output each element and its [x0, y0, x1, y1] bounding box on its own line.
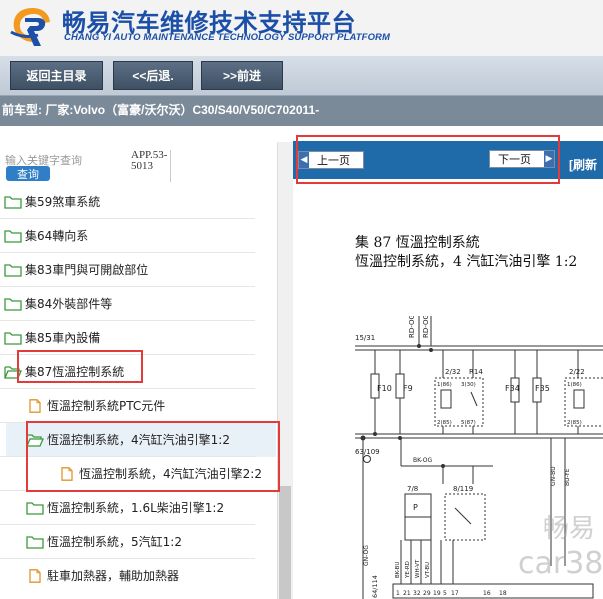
diagram-label: GN-OG — [363, 545, 370, 566]
tree-item-label: 恆溫控制系統，5汽缸1:2 — [47, 535, 182, 549]
tree-item-label: 恆溫控制系統，1.6L柴油引擎1:2 — [47, 501, 225, 515]
diagram-label: BK-OG — [413, 457, 432, 464]
diagram-label: F35 — [535, 384, 550, 393]
ground-icon — [363, 455, 371, 463]
folder-icon — [4, 229, 25, 243]
diagram-label: F10 — [377, 384, 392, 393]
tree-item-label: 集64轉向系 — [25, 229, 89, 243]
car-logo-icon — [10, 8, 51, 46]
tree-item-label: 集83車門與可開啟部位 — [25, 263, 149, 277]
document-icon — [26, 568, 47, 583]
tree-item[interactable]: 集83車門與可開啟部位 — [4, 253, 148, 286]
arrow-left-icon: ◀ — [299, 152, 309, 168]
tree-item[interactable]: 恆溫控制系統PTC元件 — [26, 389, 165, 422]
vehicle-model-bar: 前车型: 厂家:Volvo（富豪/沃尔沃）C30/S40/V50/C702011… — [0, 96, 603, 126]
diagram-label: BU-YE — [564, 468, 571, 486]
tree-item-label: 集85車內設備 — [25, 331, 101, 345]
diagram-label: 64/114 — [371, 575, 379, 598]
diagram-label: 17 — [451, 590, 459, 597]
tree-item[interactable]: 恆溫控制系統，4汽缸汽油引擎1:2 — [26, 423, 230, 456]
diagram-label: VT-BU — [425, 562, 431, 578]
folder-open-icon — [26, 433, 47, 447]
tree-item-label: 集84外裝部件等 — [25, 297, 113, 311]
folder-open-icon — [4, 365, 25, 379]
diagram-label: YE-RD — [405, 561, 411, 579]
diagram-label: WH-VT — [415, 559, 421, 578]
tree-item-label: 集59煞車系統 — [25, 195, 101, 209]
diagram-label: 5 — [443, 590, 447, 597]
diagram-label: 2/32 — [445, 368, 461, 376]
diagram-label: 3(30) — [461, 382, 476, 388]
diagram-label: 32 — [413, 590, 421, 597]
diagram-label: BK-BU — [395, 562, 401, 578]
search-button[interactable]: 查询 — [6, 166, 50, 181]
refresh-link[interactable]: [刷新 — [569, 156, 597, 173]
diagram-label: 63/109 — [355, 448, 380, 456]
tree-item[interactable]: 集84外裝部件等 — [4, 287, 112, 320]
diagram-label: P — [413, 503, 418, 512]
diagram-label: 2(85) — [567, 420, 582, 426]
folder-icon — [26, 501, 47, 515]
tree-item[interactable]: 集85車內設備 — [4, 321, 100, 354]
diagram-label: 19 — [433, 590, 441, 597]
folder-icon — [26, 535, 47, 549]
diagram-label: 18 — [499, 590, 507, 597]
tree-item-label: 恆溫控制系統PTC元件 — [47, 399, 166, 413]
tree-item[interactable]: 集64轉向系 — [4, 219, 88, 252]
tree-scrollbar-thumb[interactable] — [279, 486, 291, 599]
folder-icon — [4, 331, 25, 345]
document-icon — [58, 466, 79, 481]
diagram-label: 1(86) — [437, 382, 452, 388]
platform-subtitle: CHANG YI AUTO MAINTENANCE TECHNOLOGY SUP… — [64, 32, 391, 43]
tree-item[interactable]: 集87恆溫控制系統 — [4, 355, 124, 388]
diagram-label: 8/119 — [453, 485, 473, 493]
folder-icon — [4, 297, 25, 311]
home-button[interactable]: 返回主目录 — [10, 61, 103, 90]
nav-bar: 返回主目录 <<后退. >>前进 — [0, 56, 603, 96]
tree-item[interactable]: 恆溫控制系統，5汽缸1:2 — [26, 525, 182, 558]
diagram-label: 1 — [396, 590, 400, 597]
diagram-label: 2(85) — [437, 420, 452, 426]
tree-item[interactable]: 恆溫控制系統，1.6L柴油引擎1:2 — [26, 491, 224, 524]
back-button[interactable]: <<后退. — [113, 61, 193, 90]
diagram-label: F34 — [505, 384, 520, 393]
diagram-label: 5(87) — [461, 420, 476, 426]
diagram-label: RD-OG — [422, 316, 430, 338]
app-code: APP.53-5013 — [131, 150, 171, 182]
watermark-url: car388. — [518, 546, 603, 581]
next-page-button[interactable]: 下一页 ▶ — [489, 150, 555, 168]
tree-item-label: 恆溫控制系統，4汽缸汽油引擎2:2 — [79, 467, 262, 481]
app-header: 畅易汽车维修技术支持平台 CHANG YI AUTO MAINTENANCE T… — [0, 0, 603, 56]
folder-icon — [4, 195, 25, 209]
diagram-viewer: ◀ 上一页 下一页 ▶ [刷新 集 87 恆溫控制系統 恆溫控制系統，4 汽缸汽… — [293, 126, 603, 599]
forward-button[interactable]: >>前进 — [201, 61, 283, 90]
diagram-label: 16 — [483, 590, 491, 597]
prev-page-button[interactable]: ◀ 上一页 — [298, 151, 364, 169]
diagram-label: 7/8 — [407, 485, 418, 493]
doc-title: 集 87 恆溫控制系統 — [355, 235, 480, 251]
tree-item-label: 駐車加熱器，輔助加熱器 — [47, 569, 180, 583]
diagram-label: 29 — [423, 590, 431, 597]
tree-item-label: 恆溫控制系統，4汽缸汽油引擎1:2 — [47, 433, 230, 447]
document-icon — [26, 398, 47, 413]
folder-icon — [4, 263, 25, 277]
tree-item-label: 集87恆溫控制系統 — [25, 365, 125, 379]
watermark-text: 畅易 — [543, 514, 596, 544]
diagram-label: RD-OG — [408, 316, 416, 338]
page-nav-bar: ◀ 上一页 下一页 ▶ — [293, 141, 603, 179]
diagram-label: 15/31 — [355, 334, 375, 342]
tree-item[interactable]: 駐車加熱器，輔助加熱器 — [26, 559, 179, 592]
diagram-label: R14 — [469, 368, 483, 376]
doc-subtitle: 恆溫控制系統，4 汽缸汽油引擎 1:2 — [355, 254, 578, 270]
diagram-label: F9 — [403, 384, 413, 393]
diagram-label: GN-BU — [550, 466, 557, 486]
arrow-right-icon: ▶ — [544, 151, 554, 167]
diagram-label: 2/22 — [569, 368, 585, 376]
diagram-label: 21 — [403, 590, 411, 597]
diagram-label: 1(86) — [567, 382, 582, 388]
catalog-panel: 查询 APP.53-5013 集59煞車系統集64轉向系集83車門與可開啟部位集… — [0, 126, 293, 599]
tree-item[interactable]: 恆溫控制系統，4汽缸汽油引擎2:2 — [58, 457, 262, 490]
tree-item[interactable]: 集59煞車系統 — [4, 185, 100, 218]
